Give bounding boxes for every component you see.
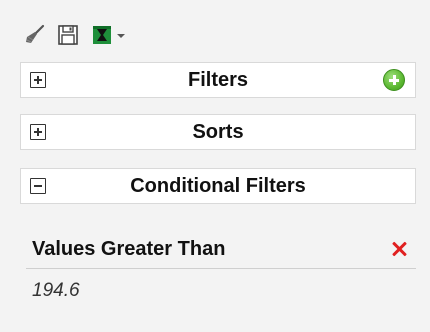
broom-icon[interactable]	[22, 23, 46, 47]
sorts-panel[interactable]: Sorts	[20, 114, 416, 150]
toolbar	[22, 22, 125, 48]
remove-condition-icon[interactable]	[388, 238, 410, 260]
conditional-filters-title: Conditional Filters	[130, 174, 306, 197]
excel-export-dropdown[interactable]	[90, 23, 125, 47]
collapse-minus-icon[interactable]	[30, 178, 46, 194]
condition-label: Values Greater Than	[32, 238, 226, 260]
add-filter-icon[interactable]	[383, 69, 405, 91]
filters-panel[interactable]: Filters	[20, 62, 416, 98]
condition-value[interactable]: 194.6	[32, 280, 80, 302]
condition-divider	[26, 268, 416, 269]
filters-title: Filters	[187, 68, 249, 91]
chevron-down-icon[interactable]	[117, 34, 125, 38]
sorts-title: Sorts	[192, 120, 244, 143]
expand-plus-icon[interactable]	[30, 72, 46, 88]
floppy-disk-icon[interactable]	[56, 23, 80, 47]
conditional-filters-panel[interactable]: Conditional Filters	[20, 168, 416, 204]
condition-header: Values Greater Than	[26, 236, 414, 264]
excel-export-icon[interactable]	[90, 23, 114, 47]
expand-plus-icon[interactable]	[30, 124, 46, 140]
